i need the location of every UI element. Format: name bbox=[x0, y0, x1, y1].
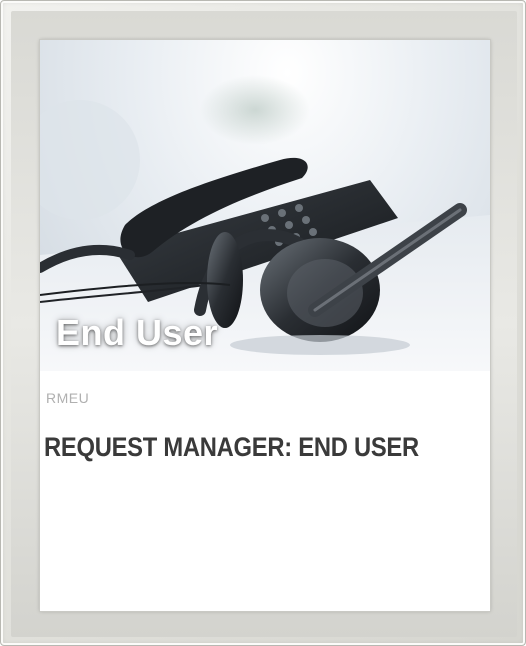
hero-title: End User bbox=[56, 312, 219, 353]
hero-image[interactable]: End User bbox=[40, 40, 490, 371]
product-title[interactable]: REQUEST MANAGER: END USER bbox=[44, 432, 419, 463]
picture-frame: End User RMEU REQUEST MANAGER: END USER bbox=[0, 0, 526, 646]
product-code: RMEU bbox=[46, 390, 90, 406]
product-card[interactable]: End User RMEU REQUEST MANAGER: END USER bbox=[40, 40, 490, 611]
